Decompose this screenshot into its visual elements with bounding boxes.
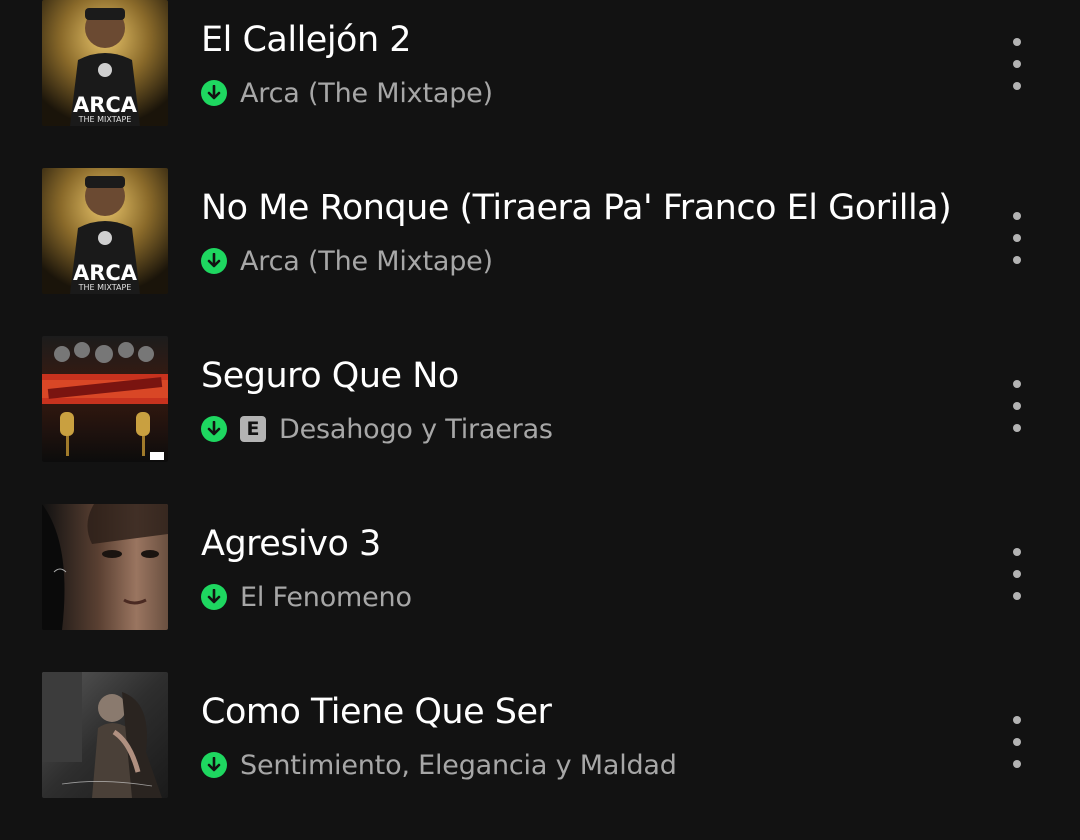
album-cover-image (42, 504, 168, 630)
track-title: No Me Ronque (Tiraera Pa' Franco El Gori… (201, 188, 952, 228)
svg-text:THE MIXTAPE: THE MIXTAPE (78, 115, 132, 124)
album-cover-image: ARCA THE MIXTAPE (42, 0, 168, 126)
album-cover-image: ARCA THE MIXTAPE (42, 168, 168, 294)
svg-text:THE MIXTAPE: THE MIXTAPE (78, 283, 132, 292)
track-row[interactable]: ARCA THE MIXTAPE No Me Ronque (Tiraera P… (0, 168, 1080, 336)
track-subtitle: Sentimiento, Elegancia y Maldad (201, 748, 677, 782)
album-cover-image (42, 672, 168, 798)
track-title: Seguro Que No (201, 356, 459, 396)
track-subtitle: E Desahogo y Tiraeras (201, 412, 553, 446)
more-options-icon[interactable] (1000, 712, 1034, 772)
more-options-icon[interactable] (1000, 208, 1034, 268)
svg-text:ARCA: ARCA (73, 93, 138, 117)
track-row[interactable]: Agresivo 3 El Fenomeno (0, 504, 1080, 672)
more-options-icon[interactable] (1000, 544, 1034, 604)
track-title: Como Tiene Que Ser (201, 692, 552, 732)
more-options-icon[interactable] (1000, 34, 1034, 94)
track-subtitle: El Fenomeno (201, 580, 412, 614)
svg-text:ARCA: ARCA (73, 261, 138, 285)
download-icon (201, 80, 227, 106)
album-name: Arca (The Mixtape) (240, 77, 493, 109)
album-name: El Fenomeno (240, 581, 412, 613)
download-icon (201, 752, 227, 778)
track-title: Agresivo 3 (201, 524, 381, 564)
explicit-badge: E (240, 416, 266, 442)
album-name: Arca (The Mixtape) (240, 245, 493, 277)
download-icon (201, 248, 227, 274)
download-icon (201, 584, 227, 610)
track-subtitle: Arca (The Mixtape) (201, 244, 493, 278)
track-title: El Callejón 2 (201, 20, 412, 60)
track-row[interactable]: ARCA THE MIXTAPE El Callejón 2 Arca (The… (0, 0, 1080, 168)
download-icon (201, 416, 227, 442)
album-name: Sentimiento, Elegancia y Maldad (240, 749, 677, 781)
track-row[interactable]: Como Tiene Que Ser Sentimiento, Eleganci… (0, 672, 1080, 840)
album-cover-image (42, 336, 168, 462)
track-row[interactable]: Seguro Que No E Desahogo y Tiraeras (0, 336, 1080, 504)
album-name: Desahogo y Tiraeras (279, 413, 553, 445)
track-subtitle: Arca (The Mixtape) (201, 76, 493, 110)
more-options-icon[interactable] (1000, 376, 1034, 436)
